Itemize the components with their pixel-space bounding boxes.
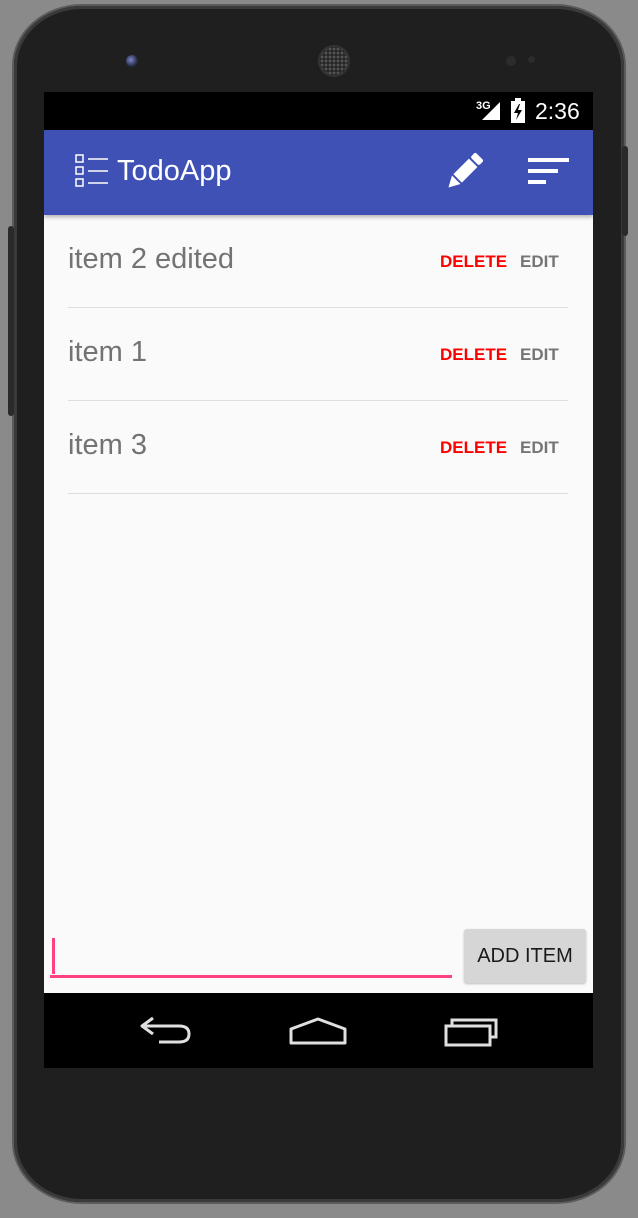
- battery-charging-icon: [511, 98, 525, 123]
- add-item-button[interactable]: ADD ITEM: [464, 929, 586, 983]
- earpiece-speaker: [320, 47, 348, 75]
- list-logo-icon: [75, 154, 108, 187]
- list-item[interactable]: item 1 DELETE EDIT: [68, 308, 568, 401]
- todo-list: item 2 edited DELETE EDIT item 1 DELETE …: [68, 215, 568, 494]
- list-item[interactable]: item 2 edited DELETE EDIT: [68, 215, 568, 308]
- new-item-input[interactable]: [50, 932, 452, 978]
- edit-button[interactable]: EDIT: [520, 252, 559, 272]
- app-title: TodoApp: [117, 155, 232, 187]
- status-bar: 3G 2:36: [44, 92, 593, 130]
- home-icon[interactable]: [289, 1017, 347, 1045]
- item-text: item 2 edited: [68, 243, 235, 275]
- screen: 3G 2:36 TodoApp item 2 edited DELETE EDI…: [44, 92, 593, 1068]
- edit-button[interactable]: EDIT: [520, 345, 559, 365]
- signal-icon: [482, 102, 500, 120]
- delete-button[interactable]: DELETE: [440, 345, 507, 365]
- pencil-icon[interactable]: [442, 150, 486, 194]
- sort-icon[interactable]: [528, 158, 570, 188]
- front-camera: [126, 55, 138, 67]
- delete-button[interactable]: DELETE: [440, 252, 507, 272]
- power-button: [622, 146, 628, 236]
- back-icon[interactable]: [139, 1015, 193, 1045]
- text-cursor: [52, 938, 55, 974]
- list-item[interactable]: item 3 DELETE EDIT: [68, 401, 568, 494]
- app-bar: TodoApp: [44, 130, 593, 215]
- light-sensor: [528, 56, 535, 63]
- navigation-bar: [44, 993, 593, 1068]
- proximity-sensor: [506, 56, 516, 66]
- new-item-input-wrapper: [50, 932, 452, 982]
- delete-button[interactable]: DELETE: [440, 438, 507, 458]
- volume-button: [8, 226, 14, 416]
- clock: 2:36: [535, 98, 580, 124]
- recents-icon[interactable]: [444, 1015, 500, 1047]
- edit-button[interactable]: EDIT: [520, 438, 559, 458]
- item-text: item 1: [68, 336, 147, 368]
- item-text: item 3: [68, 429, 147, 461]
